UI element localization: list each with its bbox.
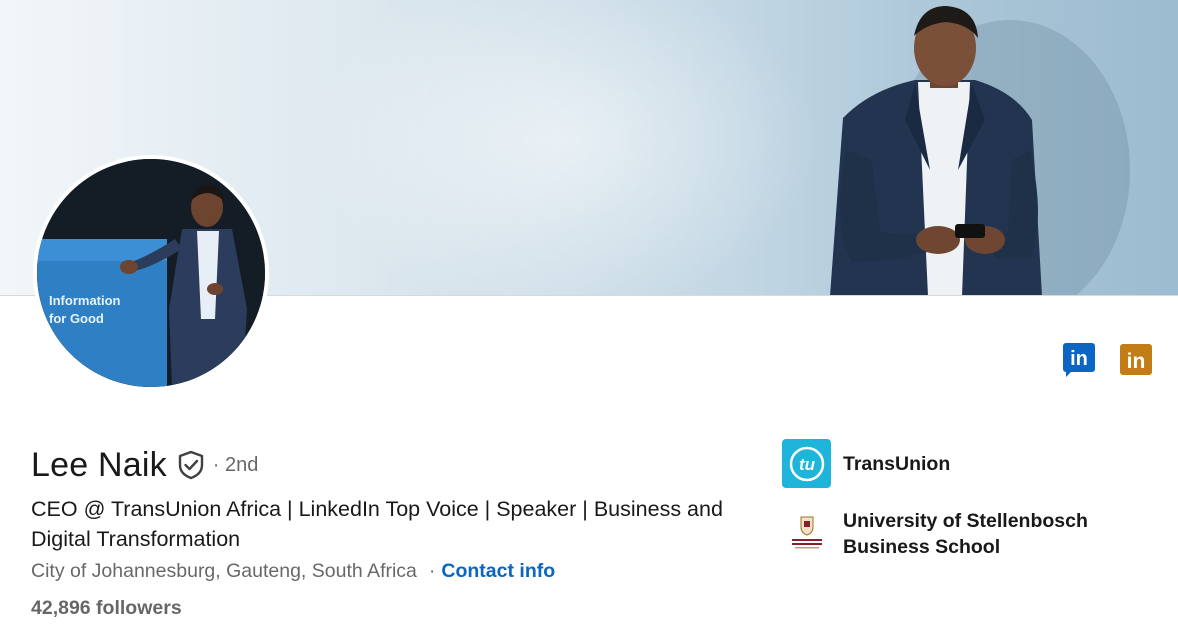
separator-dot: · [428, 560, 436, 582]
profile-location: City of Johannesburg, Gauteng, South Afr… [31, 560, 417, 582]
contact-info-link[interactable]: Contact info [441, 560, 555, 583]
profile-name: Lee Naik [31, 445, 167, 484]
school-name-line2: Business School [843, 536, 1001, 558]
transunion-logo-text: tu [798, 455, 815, 474]
linkedin-icon[interactable]: in [1063, 343, 1095, 377]
linkedin-premium-icon[interactable]: in [1120, 343, 1152, 377]
connection-degree: · 2nd [212, 453, 259, 476]
linkedin-icon-text: in [1070, 348, 1088, 370]
linkedin-premium-icon-text: in [1127, 350, 1146, 373]
company-transunion[interactable]: tu TransUnion [782, 439, 950, 488]
followers-count: 42,896 followers [31, 597, 182, 619]
profile-avatar[interactable]: Information for Good [33, 155, 269, 391]
company-name: TransUnion [843, 452, 951, 475]
school-name-line1: University of Stellenbosch [843, 510, 1088, 532]
avatar-sign-line1: Information [49, 293, 121, 308]
transunion-logo-icon: tu [782, 439, 831, 488]
school-stellenbosch[interactable]: University of Stellenbosch Business Scho… [782, 508, 1088, 560]
profile-photo: Information for Good [37, 159, 265, 387]
location-row: City of Johannesburg, Gauteng, South Afr… [31, 560, 555, 583]
verified-shield-icon[interactable] [177, 450, 205, 480]
avatar-sign-line2: for Good [49, 311, 104, 326]
university-crest-icon [782, 509, 831, 559]
profile-name-row: Lee Naik · 2nd [31, 444, 258, 486]
school-name: University of Stellenbosch Business Scho… [843, 508, 1088, 560]
profile-headline: CEO @ TransUnion Africa | LinkedIn Top V… [31, 497, 723, 551]
